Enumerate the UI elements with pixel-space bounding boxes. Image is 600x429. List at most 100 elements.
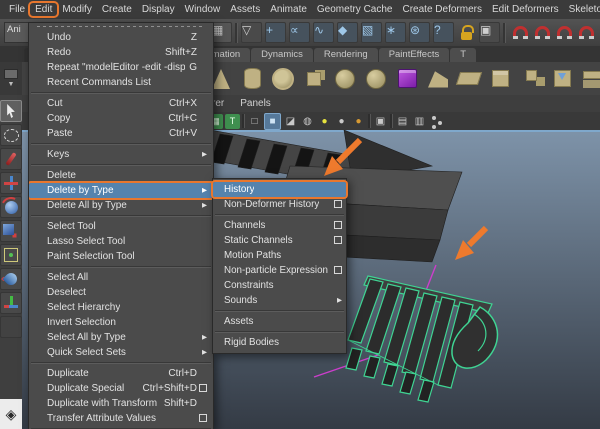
menu-item-repeat-modeleditor-edit-displa[interactable]: Repeat "modelEditor -edit -displa..." G [29, 60, 213, 75]
camera-gate-icon[interactable]: ▥ [412, 114, 427, 129]
shaded-mode-icon[interactable]: ■ [264, 112, 281, 130]
highlight-selection-icon[interactable]: + [265, 22, 286, 43]
poly-wedge-icon[interactable] [425, 65, 451, 93]
submenu-item-channels[interactable]: Channels [213, 218, 346, 233]
dynamics-icon[interactable]: ⊛ [409, 22, 430, 43]
menubar-item-geometry-cache[interactable]: Geometry Cache [312, 3, 398, 16]
select-object-icon[interactable]: ▣ [479, 22, 500, 43]
poly-sphere-2-icon[interactable] [363, 65, 389, 93]
flat-lighting-icon[interactable]: ● [334, 114, 349, 129]
textured-mode-icon[interactable]: ◪ [283, 114, 298, 129]
last-tool-slot[interactable] [0, 316, 22, 338]
menu-item-delete[interactable]: Delete [29, 168, 213, 183]
menu-tearoff-handle[interactable] [37, 26, 205, 27]
soft-modification-tool[interactable] [0, 268, 22, 290]
poly-textured-cube-icon[interactable] [394, 65, 420, 93]
menu-item-select-hierarchy[interactable]: Select Hierarchy [29, 300, 213, 315]
checker-sphere-icon[interactable]: ◍ [300, 114, 315, 129]
curve-icon[interactable]: ∿ [313, 22, 334, 43]
menubar-item-file[interactable]: File [4, 3, 30, 16]
xray-cube-icon[interactable]: ▤ [395, 114, 410, 129]
menu-item-cut[interactable]: Cut Ctrl+X [29, 96, 213, 111]
poly-sphere-icon[interactable] [332, 65, 358, 93]
menubar-item-assets[interactable]: Assets [225, 3, 265, 16]
menubar-item-create-deformers[interactable]: Create Deformers [398, 3, 487, 16]
submenu-item-static-channels[interactable]: Static Channels [213, 233, 346, 248]
submenu-item-assets[interactable]: Assets [213, 314, 346, 329]
menu-item-copy[interactable]: Copy Ctrl+C [29, 111, 213, 126]
shelf-tab-selector[interactable]: ▼ [0, 62, 22, 95]
menu-item-duplicate-with-transform[interactable]: Duplicate with Transform Shift+D [29, 396, 213, 411]
scale-tool[interactable] [0, 220, 22, 242]
shelf-tab-dynamics[interactable]: Dynamics [251, 48, 313, 62]
help-mode-icon[interactable]: ? [433, 22, 454, 43]
shelf-tab-t[interactable]: T [450, 48, 477, 62]
menu-item-duplicate[interactable]: Duplicate Ctrl+D [29, 366, 213, 381]
menu-item-select-all-by-type[interactable]: Select All by Type ▶ [29, 330, 213, 345]
poly-cylinder-icon[interactable] [239, 65, 265, 93]
shelf-tab-rendering[interactable]: Rendering [313, 48, 378, 62]
default-lighting-icon[interactable]: ● [317, 114, 332, 129]
menu-item-paint-selection-tool[interactable]: Paint Selection Tool [29, 249, 213, 264]
menu-item-invert-selection[interactable]: Invert Selection [29, 315, 213, 330]
selection-mask-grid-icon[interactable]: ▦ [211, 22, 232, 43]
poly-cube-triangle-icon[interactable] [549, 65, 575, 93]
snap-to-curve-magnet-icon[interactable] [531, 23, 550, 42]
shelf-tab-painteffects[interactable]: PaintEffects [378, 48, 450, 62]
lasso-select-tool[interactable] [0, 124, 22, 146]
menubar-item-window[interactable]: Window [180, 3, 226, 16]
submenu-item-constraints[interactable]: Constraints [213, 278, 346, 293]
menu-item-redo[interactable]: Redo Shift+Z [29, 45, 213, 60]
poly-plank-icon[interactable] [455, 65, 483, 93]
menubar-item-modify[interactable]: Modify [57, 3, 96, 16]
menubar-item-skeleton[interactable]: Skeleton [564, 3, 600, 16]
poly-slabs-icon[interactable] [580, 65, 600, 93]
panel-menu-panels[interactable]: Panels [240, 98, 271, 109]
snap-to-point-magnet-icon[interactable] [553, 23, 572, 42]
poly-sphere-combine-icon[interactable] [270, 65, 296, 93]
snap-to-grid-magnet-icon[interactable] [509, 23, 528, 42]
share-icon[interactable] [429, 114, 444, 129]
all-lights-icon[interactable]: ● [351, 114, 366, 129]
snap-to-plane-magnet-icon[interactable] [575, 23, 594, 42]
menu-item-lasso-select-tool[interactable]: Lasso Select Tool [29, 234, 213, 249]
menu-item-duplicate-special[interactable]: Duplicate Special Ctrl+Shift+D [29, 381, 213, 396]
filter-icon[interactable]: ▽ [241, 22, 262, 43]
rotate-tool[interactable] [0, 196, 22, 218]
paint-selection-tool[interactable] [0, 148, 22, 170]
particles-icon[interactable]: ∗ [385, 22, 406, 43]
menubar-item-edit[interactable]: Edit [28, 1, 60, 18]
menu-item-undo[interactable]: Undo Z [29, 30, 213, 45]
menu-item-select-all[interactable]: Select All [29, 270, 213, 285]
film-gate-icon[interactable]: T [225, 113, 240, 129]
poly-pieces-icon[interactable] [518, 65, 544, 93]
submenu-item-non-particle-expressions[interactable]: Non-particle Expressions [213, 263, 346, 278]
marquee-icon[interactable]: ▧ [361, 22, 382, 43]
menu-item-delete-by-type[interactable]: Delete by Type ▶ [29, 181, 213, 200]
menu-item-keys[interactable]: Keys ▶ [29, 147, 213, 162]
menu-item-quick-select-sets[interactable]: Quick Select Sets ▶ [29, 345, 213, 360]
select-tool[interactable] [0, 100, 22, 122]
submenu-item-sounds[interactable]: Sounds ▶ [213, 293, 346, 308]
show-manipulator-tool[interactable] [0, 292, 22, 314]
move-tool[interactable] [0, 172, 22, 194]
submenu-item-history[interactable]: History [211, 180, 348, 199]
submenu-item-motion-paths[interactable]: Motion Paths [213, 248, 346, 263]
menu-item-delete-all-by-type[interactable]: Delete All by Type ▶ [29, 198, 213, 213]
poly-small-cubes-icon[interactable] [301, 65, 327, 93]
submenu-item-non-deformer-history[interactable]: Non-Deformer History [213, 197, 346, 212]
menu-item-recent-commands-list[interactable]: Recent Commands List [29, 75, 213, 90]
menubar-item-display[interactable]: Display [137, 3, 180, 16]
menubar-item-animate[interactable]: Animate [265, 3, 312, 16]
submenu-item-rigid-bodies[interactable]: Rigid Bodies [213, 335, 346, 350]
joint-icon[interactable]: ∝ [289, 22, 310, 43]
wireframe-mode-icon[interactable]: □ [247, 114, 262, 129]
lattice-icon[interactable]: ◆ [337, 22, 358, 43]
menubar-item-edit-deformers[interactable]: Edit Deformers [487, 3, 564, 16]
lock-icon[interactable] [457, 23, 476, 42]
poly-cube-icon[interactable] [487, 65, 513, 93]
menu-item-select-tool[interactable]: Select Tool [29, 219, 213, 234]
menu-item-deselect[interactable]: Deselect [29, 285, 213, 300]
menubar-item-create[interactable]: Create [97, 3, 137, 16]
menu-item-transfer-attribute-values[interactable]: Transfer Attribute Values [29, 411, 213, 426]
